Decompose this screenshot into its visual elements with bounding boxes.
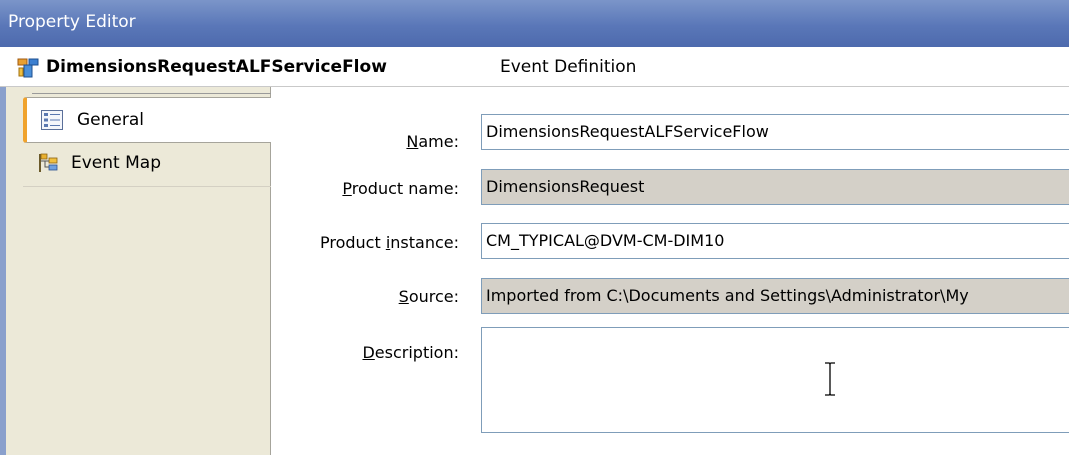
editor-header: DimensionsRequestALFServiceFlow Event De… — [0, 47, 1069, 87]
property-editor-titlebar: Property Editor — [0, 0, 1069, 47]
flow-icon — [17, 58, 39, 78]
property-list-icon — [41, 110, 63, 130]
header-title: DimensionsRequestALFServiceFlow — [46, 57, 387, 77]
description-label: Description: — [362, 343, 459, 362]
product-instance-field[interactable]: CM_TYPICAL@DVM-CM-DIM10 — [481, 223, 1069, 259]
sidebar: General Event Map — [6, 87, 271, 455]
name-label: Name: — [406, 132, 459, 151]
product-instance-label: Product instance: — [319, 233, 459, 252]
tab-general-label: General — [77, 110, 144, 130]
tab-general[interactable]: General — [23, 97, 271, 143]
source-label: Source: — [398, 287, 459, 306]
description-field[interactable] — [481, 327, 1069, 433]
tab-event-map-label: Event Map — [71, 153, 161, 173]
tab-event-map[interactable]: Event Map — [23, 143, 271, 187]
sidebar-divider — [32, 93, 271, 94]
event-map-icon — [39, 153, 58, 172]
product-name-label: Product name: — [342, 179, 459, 198]
window-title: Property Editor — [8, 12, 136, 32]
source-field[interactable]: Imported from C:\Documents and Settings\… — [481, 278, 1069, 314]
text-cursor-icon — [825, 362, 835, 396]
general-properties-panel: Name: DimensionsRequestALFServiceFlow Pr… — [271, 87, 1069, 455]
header-subtitle: Event Definition — [500, 57, 637, 77]
name-field[interactable]: DimensionsRequestALFServiceFlow — [481, 114, 1069, 150]
product-name-field[interactable]: DimensionsRequest — [481, 169, 1069, 205]
